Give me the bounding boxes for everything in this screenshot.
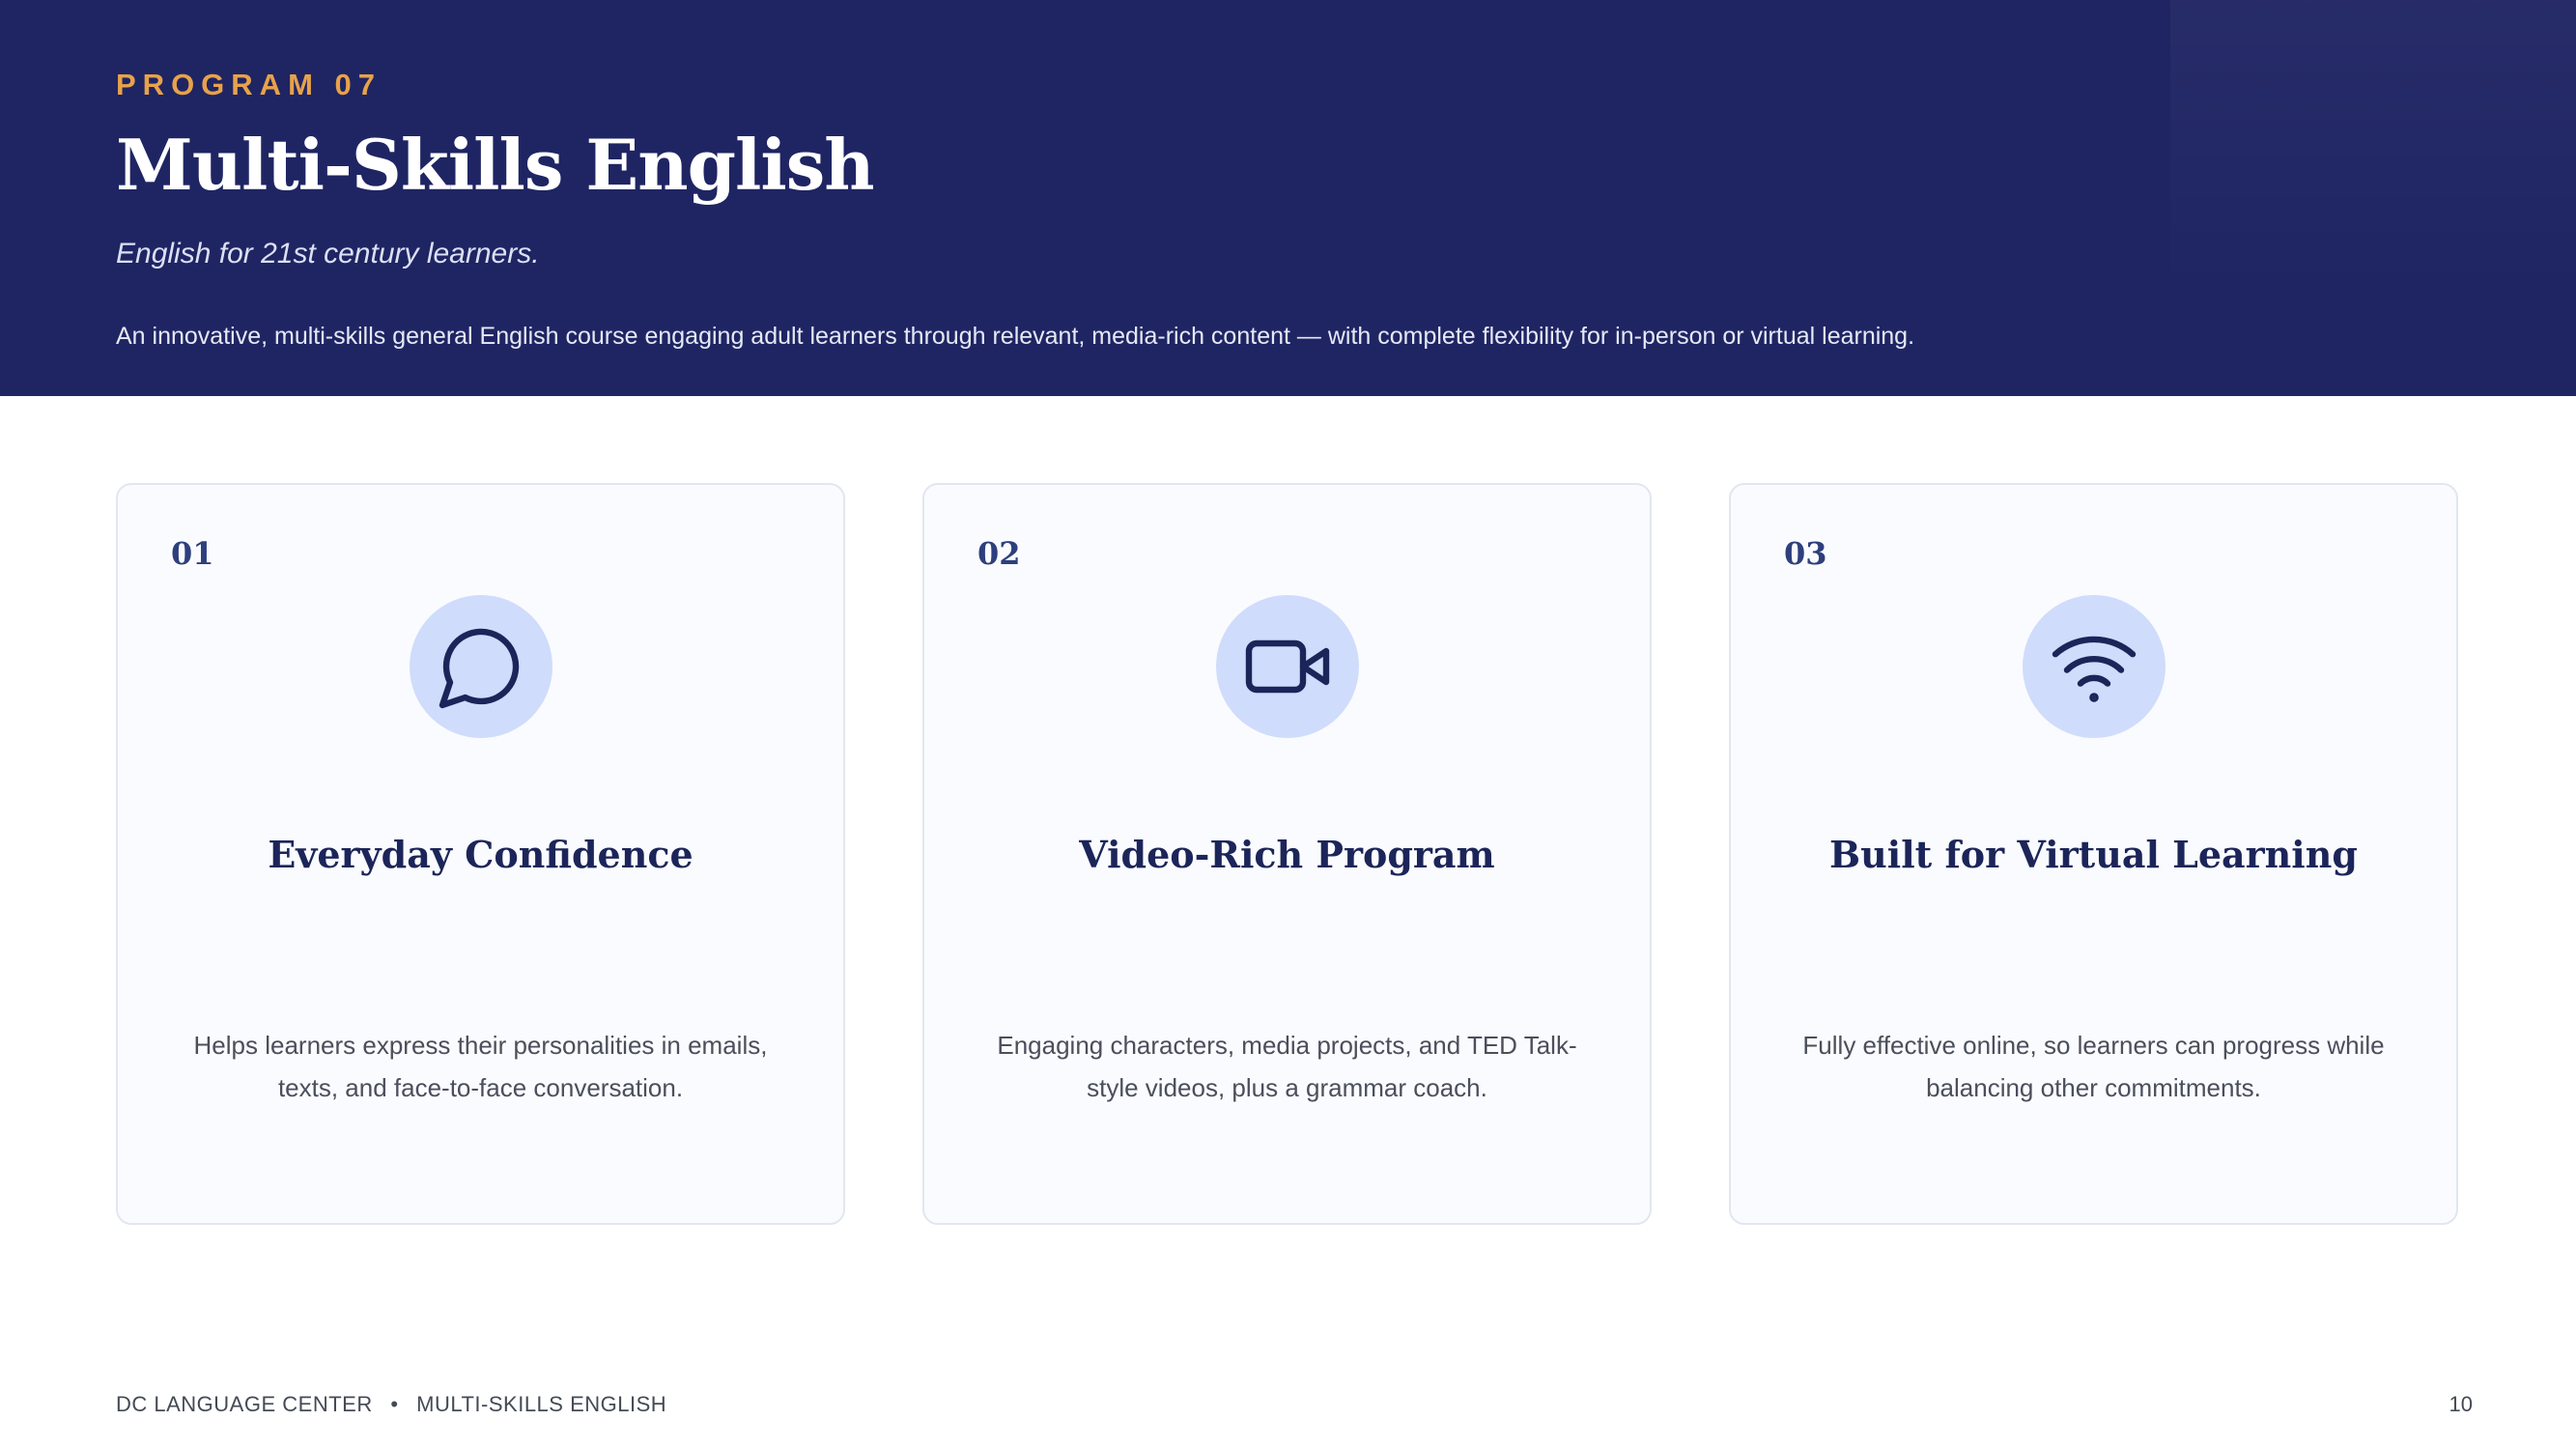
header-banner: PROGRAM 07 Multi-Skills English English …: [0, 0, 2576, 396]
feature-card-virtual-learning: 03 Built for Virtual Learning Fully effe…: [1729, 483, 2458, 1225]
card-number: 01: [171, 535, 214, 572]
feature-card-video-rich-program: 02 Video-Rich Program Engaging character…: [922, 483, 1652, 1225]
card-icon-badge: [2023, 595, 2166, 738]
card-title: Video-Rich Program: [1079, 833, 1495, 876]
footer-program: MULTI-SKILLS ENGLISH: [416, 1392, 667, 1416]
card-title: Everyday Confidence: [268, 833, 694, 876]
chat-bubble-icon: [439, 628, 520, 709]
card-description: Engaging characters, media projects, and…: [997, 1031, 1577, 1102]
header-decoration: [2170, 0, 2576, 290]
card-icon-badge: [1216, 595, 1359, 738]
footer-organization: DC LANGUAGE CENTER: [116, 1392, 373, 1416]
card-number: 02: [977, 535, 1021, 572]
page-title: Multi-Skills English: [116, 124, 875, 206]
page-number: 10: [2449, 1392, 2473, 1416]
card-icon-badge: [410, 595, 552, 738]
footer-branding: DC LANGUAGE CENTER • MULTI-SKILLS ENGLIS…: [116, 1392, 666, 1417]
card-description: Fully effective online, so learners can …: [1802, 1031, 2385, 1102]
footer-separator: •: [390, 1392, 399, 1416]
card-description: Helps learners express their personaliti…: [193, 1031, 768, 1102]
video-camera-icon: [1245, 639, 1330, 694]
wifi-icon: [2052, 636, 2137, 702]
card-title: Built for Virtual Learning: [1829, 833, 2358, 876]
page-subtitle: English for 21st century learners.: [116, 238, 540, 270]
card-number: 03: [1784, 535, 1827, 572]
program-kicker: PROGRAM 07: [116, 68, 382, 101]
feature-card-everyday-confidence: 01 Everyday Confidence Helps learners ex…: [116, 483, 845, 1225]
page-description: An innovative, multi-skills general Engl…: [116, 323, 1915, 350]
